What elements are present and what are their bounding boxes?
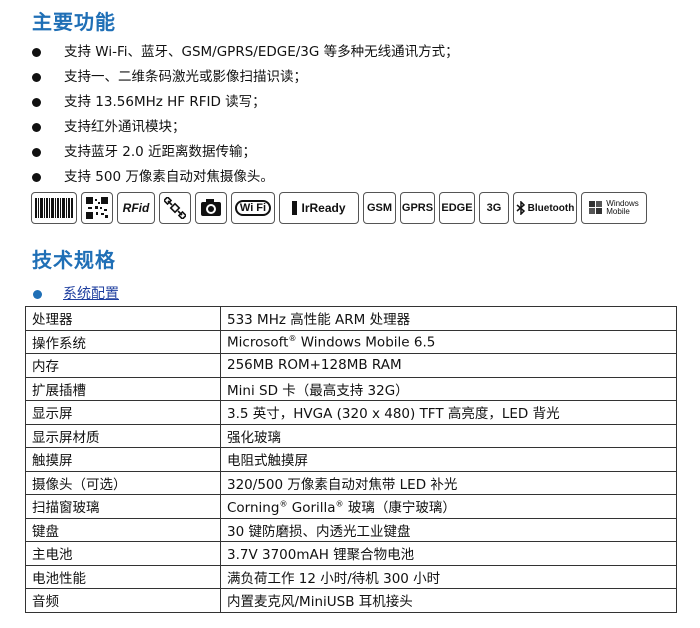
spec-key: 内存 (25, 353, 221, 378)
glass-brand: Corning (227, 500, 280, 517)
registered-mark: ® (335, 499, 344, 509)
feature-text: 支持 500 万像素自动对焦摄像头。 (64, 169, 274, 185)
gprs-label: GPRS (401, 202, 434, 214)
3g-icon: 3G (479, 192, 509, 224)
spec-value: 3.7V 3700mAH 锂聚合物电池 (220, 541, 677, 566)
table-row: 内存 256MB ROM+128MB RAM (25, 353, 677, 378)
feature-text: 支持红外通讯模块； (64, 119, 186, 135)
spec-key: 电池性能 (25, 564, 221, 589)
bullet-icon (33, 289, 42, 299)
gprs-icon: GPRS (400, 192, 435, 224)
bullet-icon (32, 73, 41, 82)
wifi-icon: Wi Fi (231, 192, 275, 224)
edge-icon: EDGE (439, 192, 475, 224)
ir-mark-icon (292, 201, 298, 215)
spec-table: 处理器 533 MHz 高性能 ARM 处理器 操作系统 Microsoft® Wi… (25, 306, 677, 613)
feature-item: 支持 13.56MHz HF RFID 读写； (30, 90, 690, 115)
feature-item: 支持蓝牙 2.0 近距离数据传输； (30, 140, 690, 165)
satellite-icon (159, 192, 191, 224)
spec-key: 显示屏材质 (25, 423, 221, 448)
table-row: 扩展插槽 Mini SD 卡（最高支持 32G） (25, 376, 677, 401)
bullet-icon (32, 98, 41, 107)
spec-value: 256MB ROM+128MB RAM (220, 353, 677, 378)
feature-item: 支持 500 万像素自动对焦摄像头。 (30, 165, 690, 190)
glass-name: Gorilla (287, 500, 336, 517)
subsection-heading: 系统配置 (33, 283, 119, 303)
spec-key: 处理器 (25, 306, 221, 331)
irready-label: IrReady (301, 201, 346, 215)
feature-text: 支持 Wi-Fi、蓝牙、GSM/GPRS/EDGE/3G 等多种无线通讯方式； (64, 44, 459, 60)
os-name: Windows Mobile 6.5 (296, 334, 436, 350)
rfid-label: RFid (122, 201, 150, 215)
gsm-icon: GSM (363, 192, 396, 224)
feature-item: 支持红外通讯模块； (30, 115, 690, 140)
spec-key: 触摸屏 (25, 447, 221, 472)
bullet-icon (32, 48, 41, 57)
feature-text: 支持一、二维条码激光或影像扫描识读； (64, 69, 307, 85)
table-row: 操作系统 Microsoft® Windows Mobile 6.5 (25, 329, 677, 354)
spec-value: Corning® Gorilla® 玻璃（康宁玻璃） (220, 494, 677, 519)
table-row: 扫描窗玻璃 Corning® Gorilla® 玻璃（康宁玻璃） (25, 494, 677, 519)
spec-key: 操作系统 (25, 329, 221, 354)
bullet-icon (32, 148, 41, 157)
table-row: 摄像头（可选） 320/500 万像素自动对焦带 LED 补光 (25, 470, 677, 495)
spec-value: 3.5 英寸，HVGA (320 x 480) TFT 高亮度，LED 背光 (220, 400, 677, 425)
feature-item: 支持一、二维条码激光或影像扫描识读； (30, 65, 690, 90)
features-title: 主要功能 (32, 10, 116, 34)
camera-icon (195, 192, 227, 224)
table-row: 音频 内置麦克风/MiniUSB 耳机接头 (25, 588, 677, 613)
spec-value: 电阻式触摸屏 (220, 447, 677, 472)
glass-desc: 玻璃（康宁玻璃） (343, 500, 456, 517)
feature-text: 支持蓝牙 2.0 近距离数据传输； (64, 144, 257, 160)
spec-key: 扩展插槽 (25, 376, 221, 401)
bullet-icon (32, 123, 41, 132)
table-row: 触摸屏 电阻式触摸屏 (25, 447, 677, 472)
table-row: 显示屏 3.5 英寸，HVGA (320 x 480) TFT 高亮度，LED 背… (25, 400, 677, 425)
spec-title: 技术规格 (32, 248, 116, 272)
bullet-icon (32, 173, 41, 182)
spec-value: 强化玻璃 (220, 423, 677, 448)
os-vendor: Microsoft (227, 334, 289, 350)
table-row: 电池性能 满负荷工作 12 小时/待机 300 小时 (25, 564, 677, 589)
spec-value: Microsoft® Windows Mobile 6.5 (220, 329, 677, 354)
capability-icons: RFid Wi Fi IrReady GSM GPRS EDGE 3G Blue… (31, 192, 647, 226)
windows-mobile-icon: Windows Mobile (581, 192, 647, 224)
table-row: 键盘 30 键防磨损、内透光工业键盘 (25, 517, 677, 542)
spec-key: 扫描窗玻璃 (25, 494, 221, 519)
spec-value: 30 键防磨损、内透光工业键盘 (220, 517, 677, 542)
qrcode-icon (81, 192, 113, 224)
irready-icon: IrReady (279, 192, 359, 224)
3g-label: 3G (486, 202, 502, 214)
spec-key: 键盘 (25, 517, 221, 542)
barcode-icon (31, 192, 77, 224)
gsm-label: GSM (366, 202, 393, 214)
spec-key: 音频 (25, 588, 221, 613)
rfid-icon: RFid (117, 192, 155, 224)
spec-key: 摄像头（可选） (25, 470, 221, 495)
spec-value: Mini SD 卡（最高支持 32G） (220, 376, 677, 401)
spec-value: 内置麦克风/MiniUSB 耳机接头 (220, 588, 677, 613)
feature-list: 支持 Wi-Fi、蓝牙、GSM/GPRS/EDGE/3G 等多种无线通讯方式； … (30, 40, 690, 190)
spec-value: 533 MHz 高性能 ARM 处理器 (220, 306, 677, 331)
edge-label: EDGE (441, 202, 473, 214)
table-row: 显示屏材质 强化玻璃 (25, 423, 677, 448)
spec-key: 主电池 (25, 541, 221, 566)
wifi-label: Wi Fi (234, 200, 272, 216)
bluetooth-label: Bluetooth (527, 202, 575, 214)
spec-value: 320/500 万像素自动对焦带 LED 补光 (220, 470, 677, 495)
feature-text: 支持 13.56MHz HF RFID 读写； (64, 94, 266, 110)
bluetooth-icon: Bluetooth (513, 192, 577, 224)
spec-value: 满负荷工作 12 小时/待机 300 小时 (220, 564, 677, 589)
feature-item: 支持 Wi-Fi、蓝牙、GSM/GPRS/EDGE/3G 等多种无线通讯方式； (30, 40, 690, 65)
spec-key: 显示屏 (25, 400, 221, 425)
table-row: 主电池 3.7V 3700mAH 锂聚合物电池 (25, 541, 677, 566)
mobile-label: Mobile (606, 207, 630, 216)
system-config-link[interactable]: 系统配置 (63, 286, 119, 302)
table-row: 处理器 533 MHz 高性能 ARM 处理器 (25, 306, 677, 331)
